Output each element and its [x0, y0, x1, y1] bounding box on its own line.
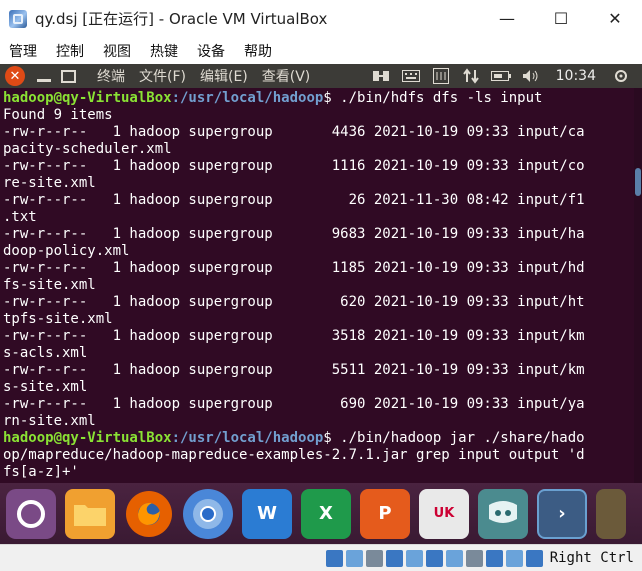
output-line: -rw-r--r-- 1 hadoop supergroup 5511 2021… — [3, 362, 585, 378]
terminal-output[interactable]: hadoop@qy-VirtualBox:/usr/local/hadoop$ … — [0, 88, 634, 485]
wps-presentation-icon[interactable]: P — [360, 488, 410, 539]
launcher-more-icon[interactable] — [596, 488, 626, 539]
host-key-arrow-icon[interactable] — [525, 549, 543, 567]
power-gear-icon[interactable] — [606, 64, 636, 88]
output-line: -rw-r--r-- 1 hadoop supergroup 1185 2021… — [3, 260, 585, 276]
video-capture-icon[interactable] — [465, 549, 483, 567]
menu-view-ubuntu[interactable]: 查看(V) — [256, 66, 319, 86]
output-line: doop-policy.xml — [3, 243, 130, 259]
menu-edit[interactable]: 编辑(E) — [194, 66, 256, 86]
host-key-label: Right Ctrl — [549, 550, 634, 566]
output-line: -rw-r--r-- 1 hadoop supergroup 3518 2021… — [3, 328, 585, 344]
output-line: fs[a-z]+' — [3, 464, 79, 480]
virtualbox-app-icon — [9, 9, 27, 28]
files-icon[interactable] — [65, 488, 115, 539]
optical-drive-icon[interactable] — [345, 549, 363, 567]
panel-indicators: 10:34 — [366, 64, 636, 88]
output-line: Found 9 items — [3, 107, 113, 123]
display-icon[interactable] — [445, 549, 463, 567]
cpu-icon[interactable] — [485, 549, 503, 567]
hard-disk-icon[interactable] — [325, 549, 343, 567]
output-line: op/mapreduce/hadoop-mapreduce-examples-2… — [3, 447, 585, 463]
output-line: -rw-r--r-- 1 hadoop supergroup 9683 2021… — [3, 226, 585, 242]
menu-view[interactable]: 视图 — [94, 41, 141, 61]
output-line: rn-site.xml — [3, 413, 96, 429]
output-line: .txt — [3, 209, 37, 225]
menu-hotkey[interactable]: 热键 — [141, 41, 188, 61]
prompt-line: hadoop@qy-VirtualBox:/usr/local/hadoop$ … — [3, 430, 585, 446]
window-title: qy.dsj [正在运行] - Oracle VM VirtualBox — [35, 10, 328, 28]
vbox-statusbar: Right Ctrl — [0, 544, 642, 571]
window-controls: — ☐ ✕ — [480, 0, 642, 37]
output-line: pacity-scheduler.xml — [3, 141, 172, 157]
shared-folders-icon[interactable] — [425, 549, 443, 567]
transfer-arrows-icon[interactable] — [456, 64, 486, 88]
terminal-app-icon[interactable]: › — [537, 488, 587, 539]
output-line: s-acls.xml — [3, 345, 88, 361]
output-line: -rw-r--r-- 1 hadoop supergroup 4436 2021… — [3, 124, 585, 140]
menu-help[interactable]: 帮助 — [235, 41, 282, 61]
volume-icon[interactable] — [516, 64, 546, 88]
keyboard-icon[interactable] — [396, 64, 426, 88]
ubuntu-dash-icon[interactable] — [6, 488, 56, 539]
audio-icon[interactable] — [365, 549, 383, 567]
terminal-scrollbar-thumb[interactable] — [635, 168, 641, 196]
battery-icon[interactable] — [486, 64, 516, 88]
wps-spreadsheets-icon[interactable]: X — [301, 488, 351, 539]
output-line: -rw-r--r-- 1 hadoop supergroup 1116 2021… — [3, 158, 585, 174]
terminal-menu: 终端 文件(F) 编辑(E) 查看(V) — [91, 66, 318, 86]
maximize-button[interactable]: ☐ — [534, 0, 588, 37]
menu-terminal[interactable]: 终端 — [91, 66, 133, 86]
firefox-icon[interactable] — [126, 490, 172, 537]
close-button[interactable]: ✕ — [588, 0, 642, 37]
menu-devices[interactable]: 设备 — [188, 41, 235, 61]
ubuntu-launcher: W X P UK › — [0, 483, 642, 544]
output-line: fs-site.xml — [3, 277, 96, 293]
software-center-icon[interactable]: UK — [419, 488, 469, 539]
output-line: -rw-r--r-- 1 hadoop supergroup 620 2021-… — [3, 294, 585, 310]
output-line: -rw-r--r-- 1 hadoop supergroup 690 2021-… — [3, 396, 585, 412]
vbox-menubar: 管理 控制 视图 热键 设备 帮助 — [0, 37, 642, 65]
input-method-icon[interactable] — [426, 64, 456, 88]
terminal-close-button[interactable]: ✕ — [5, 66, 25, 86]
terminal-scrollbar[interactable] — [634, 88, 642, 483]
ubuntu-top-panel: ✕ 终端 文件(F) 编辑(E) 查看(V) 10:34 — [0, 64, 642, 88]
system-settings-icon[interactable] — [478, 488, 528, 539]
prompt-line: hadoop@qy-VirtualBox:/usr/local/hadoop$ … — [3, 90, 543, 106]
mouse-integration-icon[interactable] — [505, 549, 523, 567]
window-titlebar: qy.dsj [正在运行] - Oracle VM VirtualBox — ☐… — [0, 0, 642, 37]
network-icon[interactable] — [366, 64, 396, 88]
terminal-minimize-button[interactable] — [37, 78, 51, 82]
minimize-button[interactable]: — — [480, 0, 534, 37]
output-line: re-site.xml — [3, 175, 96, 191]
wps-writer-icon[interactable]: W — [242, 488, 292, 539]
terminal-maximize-button[interactable] — [61, 69, 76, 83]
menu-control[interactable]: 控制 — [47, 41, 94, 61]
usb-icon[interactable] — [405, 549, 423, 567]
chromium-icon[interactable] — [183, 488, 233, 539]
panel-clock[interactable]: 10:34 — [546, 64, 606, 88]
output-line: -rw-r--r-- 1 hadoop supergroup 26 2021-1… — [3, 192, 585, 208]
menu-file[interactable]: 文件(F) — [133, 66, 194, 86]
network-adapter-icon[interactable] — [385, 549, 403, 567]
output-line: s-site.xml — [3, 379, 88, 395]
menu-manage[interactable]: 管理 — [0, 41, 47, 61]
output-line: tpfs-site.xml — [3, 311, 113, 327]
